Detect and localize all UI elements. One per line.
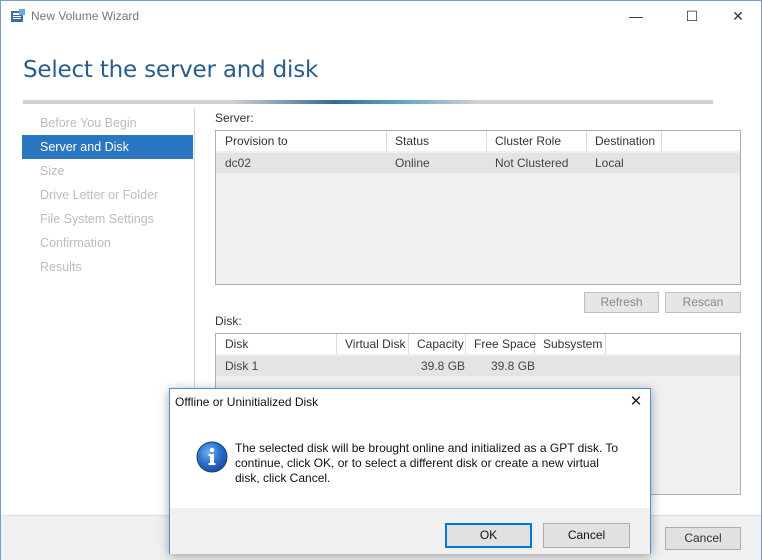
nav-item-server-and-disk[interactable]: Server and Disk [22, 135, 193, 159]
minimize-button[interactable]: — [613, 1, 659, 31]
dialog-title: Offline or Uninitialized Disk [175, 395, 319, 409]
nav-item-results: Results [40, 260, 82, 274]
info-icon [196, 441, 228, 473]
nav-item-confirmation: Confirmation [40, 236, 111, 250]
table-row[interactable]: dc02 Online Not Clustered Local [216, 153, 740, 173]
column-header-provision-to[interactable]: Provision to [217, 131, 387, 151]
nav-item-drive-letter-or-folder: Drive Letter or Folder [40, 188, 159, 202]
new-volume-wizard-window: New Volume Wizard — ☐ ✕ Select the serve… [0, 0, 762, 560]
dialog-message: The selected disk will be brought online… [235, 441, 619, 485]
cell-cluster-role: Not Clustered [495, 156, 569, 170]
close-button[interactable]: ✕ [715, 1, 761, 31]
server-list[interactable]: Provision to Status Cluster Role Destina… [215, 130, 741, 285]
dialog-button-bar: OK Cancel [170, 508, 650, 554]
wizard-nav: Before You Begin Server and Disk Size Dr… [22, 111, 193, 279]
disk-label: Disk: [215, 314, 242, 328]
title-bar: New Volume Wizard — ☐ ✕ [1, 1, 761, 31]
cell-capacity: 39.8 GB [421, 359, 466, 373]
server-label: Server: [215, 111, 254, 125]
column-header-virtual-disk[interactable]: Virtual Disk [337, 334, 409, 354]
wizard-cancel-button[interactable]: Cancel [665, 527, 741, 550]
heading-divider [23, 100, 713, 104]
ok-button[interactable]: OK [445, 523, 532, 548]
table-row[interactable]: Disk 1 39.8 GB 39.8 GB [216, 356, 740, 376]
nav-item-file-system-settings: File System Settings [40, 212, 154, 226]
column-header-disk[interactable]: Disk [217, 334, 337, 354]
cell-status: Online [395, 156, 430, 170]
cell-free-space: 39.8 GB [491, 359, 536, 373]
column-header-capacity[interactable]: Capacity [409, 334, 466, 354]
dialog-cancel-button[interactable]: Cancel [543, 523, 630, 548]
rescan-button[interactable]: Rescan [665, 292, 741, 313]
cell-destination: Local [595, 156, 624, 170]
nav-item-size: Size [40, 164, 65, 178]
column-header-cluster-role[interactable]: Cluster Role [487, 131, 587, 151]
window-title: New Volume Wizard [31, 9, 140, 23]
server-list-header: Provision to Status Cluster Role Destina… [216, 131, 740, 151]
dialog-close-button[interactable]: ✕ [622, 391, 650, 413]
disk-list-header: Disk Virtual Disk Capacity Free Space Su… [216, 334, 740, 354]
cell-disk: Disk 1 [225, 359, 259, 373]
column-header-destination[interactable]: Destination [587, 131, 662, 151]
column-header-free-space[interactable]: Free Space [466, 334, 536, 354]
nav-item-before-you-begin: Before You Begin [40, 116, 137, 130]
page-title: Select the server and disk [23, 57, 319, 83]
offline-disk-dialog: Offline or Uninitialized Disk ✕ The sele… [169, 388, 651, 554]
cell-provision-to: dc02 [225, 156, 252, 170]
column-header-subsystem[interactable]: Subsystem [535, 334, 606, 354]
wizard-app-icon [11, 9, 25, 22]
maximize-button[interactable]: ☐ [669, 1, 715, 31]
column-header-status[interactable]: Status [387, 131, 487, 151]
refresh-button[interactable]: Refresh [584, 292, 659, 313]
